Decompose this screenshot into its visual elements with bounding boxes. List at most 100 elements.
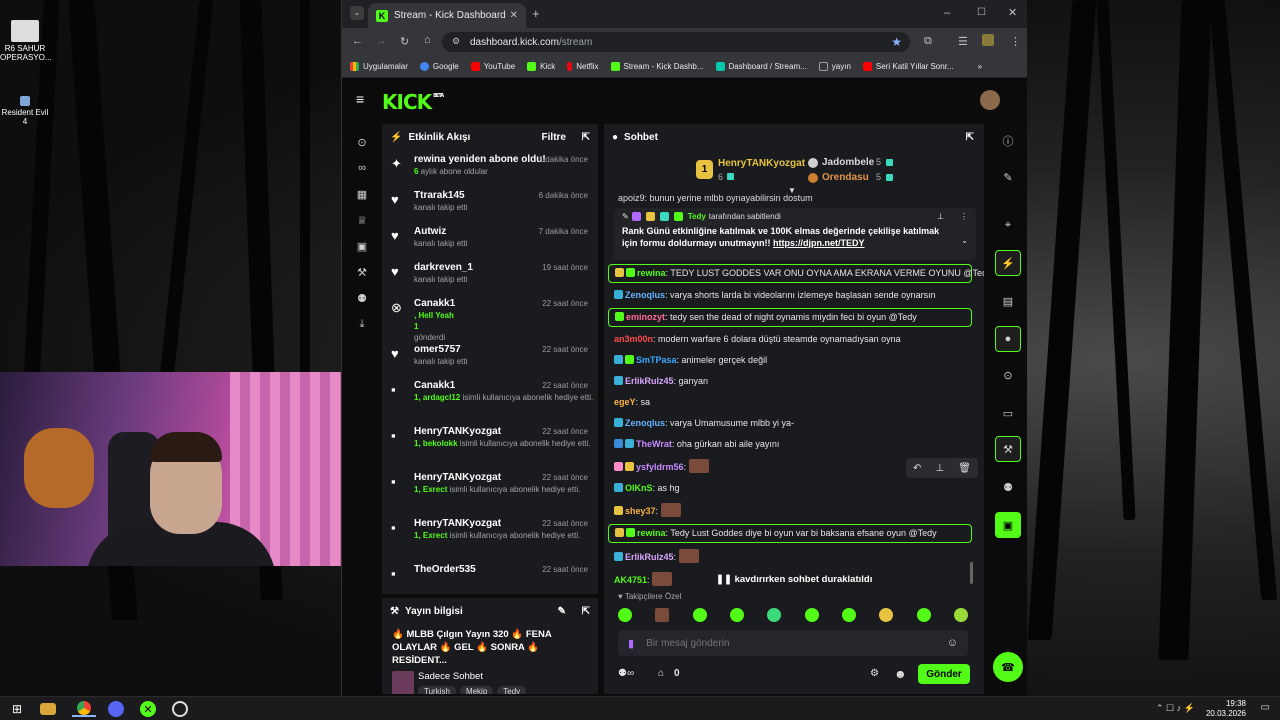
back-icon[interactable]: ← — [352, 35, 363, 47]
tag[interactable]: Turkish — [418, 686, 456, 694]
emote-icon[interactable] — [841, 608, 856, 622]
emote-icon[interactable] — [804, 608, 819, 622]
trophy-icon[interactable]: ♕ — [355, 214, 369, 228]
settings-icon[interactable]: ⚙ — [870, 668, 879, 679]
delete-icon[interactable]: 🗑 — [958, 463, 971, 474]
chat-scrollbar[interactable] — [970, 562, 973, 584]
notification-icon[interactable]: ▭ — [1261, 702, 1270, 713]
emote-icon[interactable] — [767, 608, 782, 622]
leaderboard-third-name[interactable]: Orendasu — [822, 172, 869, 183]
emote-icon[interactable] — [916, 608, 931, 622]
file-explorer-icon[interactable] — [40, 703, 56, 715]
reload-icon[interactable]: ↻ — [400, 35, 409, 48]
bookmark-streamlabs[interactable]: Dashboard / Stream... — [715, 62, 807, 71]
chat-message[interactable]: an3m00n: modern warfare 6 dolara düştü s… — [604, 329, 976, 350]
video-icon[interactable]: ▣ — [355, 240, 369, 254]
unpin-icon[interactable]: ⊥ — [937, 212, 944, 221]
bookmark-youtube[interactable]: YouTube — [470, 62, 515, 71]
tray-icons[interactable]: ⌃ ☐ ♪ ⚡ — [1156, 703, 1195, 714]
activity-item[interactable]: ▪ HenryTANKyozgat 1, bekolokk isimli kulla… — [382, 422, 598, 468]
chat-message[interactable]: rewina: Tedy Lust Goddes diye bi oyun va… — [608, 524, 972, 543]
activity-item[interactable]: ▪ TheOrder535 22 saat önce — [382, 560, 598, 594]
popout-icon[interactable]: ⇱ — [966, 132, 974, 143]
target-icon[interactable]: ⌖ — [995, 212, 1021, 238]
chat-username[interactable]: Zenoqlus — [625, 290, 665, 300]
chat-username[interactable]: rewina — [637, 268, 666, 278]
chat-message[interactable]: eminozyt: tedy sen the dead of night oyn… — [608, 308, 972, 327]
wrench-icon[interactable]: ⚒ — [355, 266, 369, 280]
desktop-shortcut-resident-evil[interactable]: Resident Evil 4 — [0, 96, 50, 126]
emote-icon[interactable] — [953, 608, 968, 622]
bookmark-netflix[interactable]: Netflix — [567, 62, 599, 71]
activity-toggle-icon[interactable]: ⚡ — [995, 250, 1021, 276]
activity-item[interactable]: ♥ Ttrarak145 kanalı takip etti 6 dakika önc… — [382, 186, 598, 222]
emote-icon[interactable] — [729, 608, 744, 622]
chat-message[interactable]: Zenoqlus: varya Umamusume mlbb yi ya- — [604, 413, 976, 434]
users-icon[interactable]: ⚉ — [355, 292, 369, 306]
tag[interactable]: Tedy — [497, 686, 527, 694]
link-icon[interactable]: ∞ — [355, 162, 369, 176]
bookmark-folder-yayin[interactable]: yayın — [818, 62, 851, 71]
chat-toggle-icon[interactable]: ● — [995, 326, 1021, 352]
chat-message[interactable]: Zenoqlus: varya shorts larda bi videolar… — [604, 285, 976, 306]
activity-item[interactable]: ▪ HenryTANKyozgat 1, Exrect isimli kullanı… — [382, 468, 598, 514]
gift-icon[interactable]: ⌂ — [658, 668, 664, 679]
download-icon[interactable]: ⤓ — [355, 318, 369, 332]
popout-icon[interactable]: ⇱ — [582, 132, 590, 143]
activity-item[interactable]: ▪ Canakk1 1, ardagcl12 isimli kullanıcıya … — [382, 376, 598, 422]
broadcast-icon[interactable]: ⊙ — [355, 136, 369, 150]
document-icon[interactable]: ▤ — [995, 288, 1021, 314]
chrome-taskbar-icon[interactable] — [72, 701, 96, 717]
reply-icon[interactable]: ↶ — [913, 463, 921, 474]
pinned-link[interactable]: https://djpn.net/TEDY — [773, 238, 865, 248]
chat-username[interactable]: shey37 — [625, 506, 656, 516]
activity-item[interactable]: ▪ HenryTANKyozgat 1, Exrect isimli kullanı… — [382, 514, 598, 560]
more-options-icon[interactable]: ⋮ — [960, 212, 968, 221]
home-icon[interactable]: ⌂ — [424, 34, 431, 46]
edit-icon[interactable]: ✎ — [995, 164, 1021, 190]
popout-icon[interactable]: ⇱ — [582, 606, 590, 617]
chat-message[interactable]: egeY: sa — [604, 392, 976, 413]
chat-message[interactable]: TheWrat: oha gürkan abi aile yayını — [604, 434, 976, 455]
maximize-icon[interactable]: ☐ — [977, 7, 986, 18]
hamburger-menu-icon[interactable]: ≡ — [356, 91, 364, 107]
emote-icon[interactable] — [692, 608, 707, 622]
clock[interactable]: 19:38 20.03.2026 — [1206, 699, 1246, 719]
bookmark-kick-dashboard[interactable]: Stream - Kick Dashb... — [610, 62, 704, 71]
chat-username[interactable]: ErlikRulz45 — [625, 376, 674, 386]
chat-message[interactable]: SmTPasa: animeler gerçek değil — [604, 350, 976, 371]
activity-item[interactable]: ♥ Autwiz kanalı takip etti 7 dakika önce — [382, 222, 598, 258]
bookmark-kick[interactable]: Kick — [527, 62, 555, 71]
user-avatar[interactable] — [980, 90, 1000, 110]
chat-username[interactable]: SmTPasa — [636, 355, 677, 365]
close-tab-icon[interactable]: ✕ — [510, 10, 518, 21]
slow-mode-icon[interactable]: ⚉∞ — [618, 668, 634, 679]
emoji-icon[interactable]: ☺ — [947, 637, 958, 649]
bot-icon[interactable]: ☻ — [894, 667, 907, 681]
minimize-icon[interactable]: – — [944, 7, 950, 19]
tag[interactable]: Mekip — [459, 686, 494, 694]
bookmark-apps[interactable]: Uygulamalar — [350, 62, 408, 71]
kick-logo[interactable]: KICK BETA — [382, 90, 444, 114]
chat-username[interactable]: OlKnS — [625, 483, 653, 493]
share-icon[interactable]: ⚉ — [995, 474, 1021, 500]
leaderboard-first-name[interactable]: HenryTANKyozgat — [718, 158, 805, 169]
chat-username[interactable]: TheWrat — [636, 439, 672, 449]
pin-message-icon[interactable]: ⊥ — [935, 463, 944, 474]
chat-username[interactable]: an3m00n — [614, 334, 653, 344]
kick-app-icon[interactable]: ✕ — [140, 701, 156, 717]
chat-username[interactable]: rewina — [637, 528, 666, 538]
new-tab-button[interactable]: + — [532, 6, 540, 21]
chat-message[interactable]: ErlikRulz45: ganyan — [604, 371, 976, 392]
activity-item[interactable]: ♥ darkreven_1 kanalı takip etti 19 saat önc… — [382, 258, 598, 294]
chat-message[interactable]: shey37: — [604, 499, 976, 522]
emote-icon[interactable] — [618, 608, 632, 622]
tab-search-icon[interactable]: ⌄ — [350, 6, 364, 20]
chat-username[interactable]: egeY — [614, 397, 636, 407]
site-info-icon[interactable]: ⚙ — [452, 36, 460, 47]
edit-icon[interactable]: ✎ — [558, 606, 566, 617]
emote-icon[interactable] — [655, 608, 670, 622]
chat-username[interactable]: AK4751 — [614, 575, 647, 585]
media-icon[interactable]: ☰ — [958, 35, 968, 48]
chat-message[interactable]: rewina: TEDY LUST GODDES VAR ONU OYNA AM… — [608, 264, 984, 283]
